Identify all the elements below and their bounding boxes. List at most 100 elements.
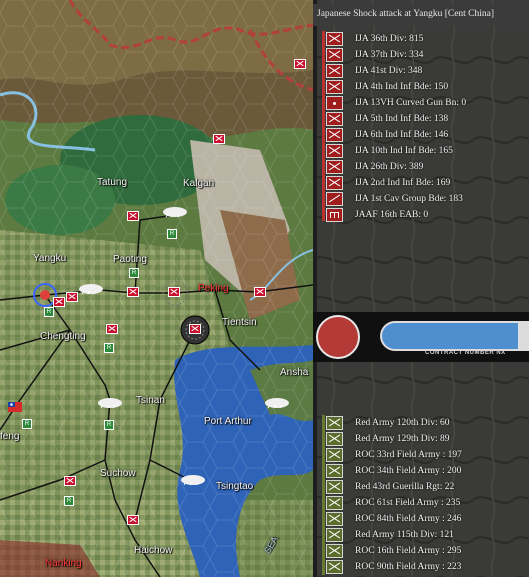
roc-flag-icon (8, 402, 22, 412)
city-label-kalgan: Kalgan (183, 178, 215, 189)
attacker-unit-row[interactable]: IJA 37th Div: 334 (326, 47, 516, 63)
defender-unit-row[interactable]: ROC 34th Field Army : 200 (326, 463, 516, 479)
attacker-unit-label: JAAF 16th EAB: 0 (355, 210, 429, 220)
attacker-unit-label: IJA 10th Ind Inf Bde: 165 (355, 146, 453, 156)
attacker-unit-row[interactable]: IJA 5th Ind Inf Bde: 138 (326, 111, 516, 127)
defender-unit-label: ROC 33rd Field Army : 197 (355, 450, 462, 460)
combat-title: Japanese Shock attack at Yangku [Cent Ch… (313, 4, 529, 26)
attacker-unit-label: IJA 13VH Curved Gun Bn: 0 (355, 98, 467, 108)
base-marker-icon[interactable]: R (104, 420, 114, 430)
attacker-unit-label: IJA 1st Cav Group Bde: 183 (355, 194, 463, 204)
battle-progress-fill (382, 323, 519, 349)
combat-report-panel: Japanese Shock attack at Yangku [Cent Ch… (313, 0, 529, 577)
attacker-unit-label: IJA 4th Ind Inf Bde: 150 (355, 82, 449, 92)
attacker-unit-row[interactable]: IJA 6th Ind Inf Bde: 146 (326, 127, 516, 143)
unit-counter[interactable] (213, 134, 225, 144)
defender-unit-label: ROC 84th Field Army : 246 (355, 514, 462, 524)
defender-unit-row[interactable]: Red Army 115th Div: 121 (326, 527, 516, 543)
city-label-ansha: Ansha (280, 367, 309, 378)
unit-counter[interactable] (254, 287, 266, 297)
attacker-unit-row[interactable]: IJA 41st Div: 348 (326, 63, 516, 79)
unit-counter[interactable] (127, 287, 139, 297)
infantry-unit-icon (326, 560, 343, 574)
base-marker-icon[interactable]: R (104, 343, 114, 353)
attacker-unit-row[interactable]: IJA 2nd Ind Inf Bde: 169 (326, 175, 516, 191)
air-unit-icon[interactable] (76, 281, 106, 295)
unit-counter[interactable] (64, 476, 76, 486)
attacker-unit-row[interactable]: IJA 13VH Curved Gun Bn: 0 (326, 95, 516, 111)
unit-counter[interactable] (189, 324, 201, 334)
city-label-suchow: Suchow (100, 468, 136, 479)
infantry-unit-icon (326, 128, 343, 142)
base-marker-icon[interactable]: R (64, 496, 74, 506)
unit-counter[interactable] (53, 297, 65, 307)
infantry-unit-icon (326, 432, 343, 446)
engineer-unit-icon (326, 208, 343, 222)
defender-unit-label: ROC 34th Field Army : 200 (355, 466, 462, 476)
attacker-unit-row[interactable]: IJA 26th Div: 389 (326, 159, 516, 175)
contract-number-label: CONTRACT NUMBER NX (425, 350, 506, 356)
city-label-tientsin: Tientsin (222, 317, 257, 328)
defender-unit-label: ROC 90th Field Army : 223 (355, 562, 462, 572)
map-terrain (0, 0, 313, 577)
attacker-unit-row[interactable]: JAAF 16th EAB: 0 (326, 207, 516, 223)
defender-unit-row[interactable]: ROC 33rd Field Army : 197 (326, 447, 516, 463)
defender-unit-label: Red Army 115th Div: 121 (355, 530, 454, 540)
infantry-unit-icon (326, 528, 343, 542)
air-unit-icon[interactable] (262, 395, 292, 409)
defender-unit-list: Red Army 120th Div: 60 Red Army 129th Div… (326, 415, 516, 575)
infantry-unit-icon (326, 480, 343, 494)
infantry-unit-icon (326, 448, 343, 462)
infantry-unit-icon (326, 496, 343, 510)
city-label-tsingtao: Tsingtao (216, 481, 254, 492)
infantry-unit-icon (326, 112, 343, 126)
unit-counter[interactable] (106, 324, 118, 334)
attacker-unit-list: IJA 36th Div: 815 IJA 37th Div: 334 IJA 41… (326, 31, 516, 223)
defender-unit-row[interactable]: ROC 84th Field Army : 246 (326, 511, 516, 527)
defender-unit-label: Red Army 120th Div: 60 (355, 418, 450, 428)
attacker-unit-label: IJA 36th Div: 815 (355, 34, 424, 44)
air-unit-icon[interactable] (160, 204, 190, 218)
attacker-unit-row[interactable]: IJA 1st Cav Group Bde: 183 (326, 191, 516, 207)
infantry-unit-icon (326, 416, 343, 430)
infantry-unit-icon (326, 160, 343, 174)
infantry-unit-icon (326, 464, 343, 478)
infantry-unit-icon (326, 32, 343, 46)
attacker-unit-label: IJA 6th Ind Inf Bde: 146 (355, 130, 449, 140)
attacker-unit-row[interactable]: IJA 4th Ind Inf Bde: 150 (326, 79, 516, 95)
defender-unit-row[interactable]: ROC 16th Field Army : 295 (326, 543, 516, 559)
city-label-haichow: Haichow (134, 545, 173, 556)
battle-status-bar: CONTRACT NUMBER NX (313, 312, 529, 362)
unit-counter[interactable] (294, 59, 306, 69)
defender-unit-label: Red 43rd Guerilla Rgt: 22 (355, 482, 455, 492)
unit-counter[interactable] (127, 211, 139, 221)
attacker-unit-label: IJA 5th Ind Inf Bde: 138 (355, 114, 449, 124)
cavalry-unit-icon (326, 192, 343, 206)
city-label-nanking: Nanking (45, 558, 82, 569)
attacker-unit-row[interactable]: IJA 36th Div: 815 (326, 31, 516, 47)
attacker-unit-label: IJA 37th Div: 334 (355, 50, 424, 60)
base-marker-icon[interactable]: R (22, 419, 32, 429)
defender-unit-row[interactable]: Red Army 129th Div: 89 (326, 431, 516, 447)
infantry-unit-icon (326, 544, 343, 558)
defender-unit-label: ROC 61st Field Army : 235 (355, 498, 461, 508)
artillery-unit-icon (326, 96, 343, 110)
air-unit-icon[interactable] (95, 395, 125, 409)
unit-counter[interactable] (168, 287, 180, 297)
city-label-chengting: Chengting (40, 331, 86, 342)
defender-unit-row[interactable]: ROC 61st Field Army : 235 (326, 495, 516, 511)
base-marker-icon[interactable]: R (129, 268, 139, 278)
base-marker-icon[interactable]: R (44, 307, 54, 317)
strategic-map[interactable]: Tatung Kalgan Yangku Paoting Peking Chen… (0, 0, 313, 577)
air-unit-icon[interactable] (178, 472, 208, 486)
base-marker-icon[interactable]: R (167, 229, 177, 239)
attacker-unit-label: IJA 2nd Ind Inf Bde: 169 (355, 178, 451, 188)
unit-counter[interactable] (127, 515, 139, 525)
infantry-unit-icon (326, 144, 343, 158)
attacker-unit-label: IJA 26th Div: 389 (355, 162, 424, 172)
defender-unit-row[interactable]: ROC 90th Field Army : 223 (326, 559, 516, 575)
defender-unit-row[interactable]: Red 43rd Guerilla Rgt: 22 (326, 479, 516, 495)
attacker-unit-row[interactable]: IJA 10th Ind Inf Bde: 165 (326, 143, 516, 159)
city-label-tsinan: Tsinan (136, 395, 165, 406)
defender-unit-row[interactable]: Red Army 120th Div: 60 (326, 415, 516, 431)
